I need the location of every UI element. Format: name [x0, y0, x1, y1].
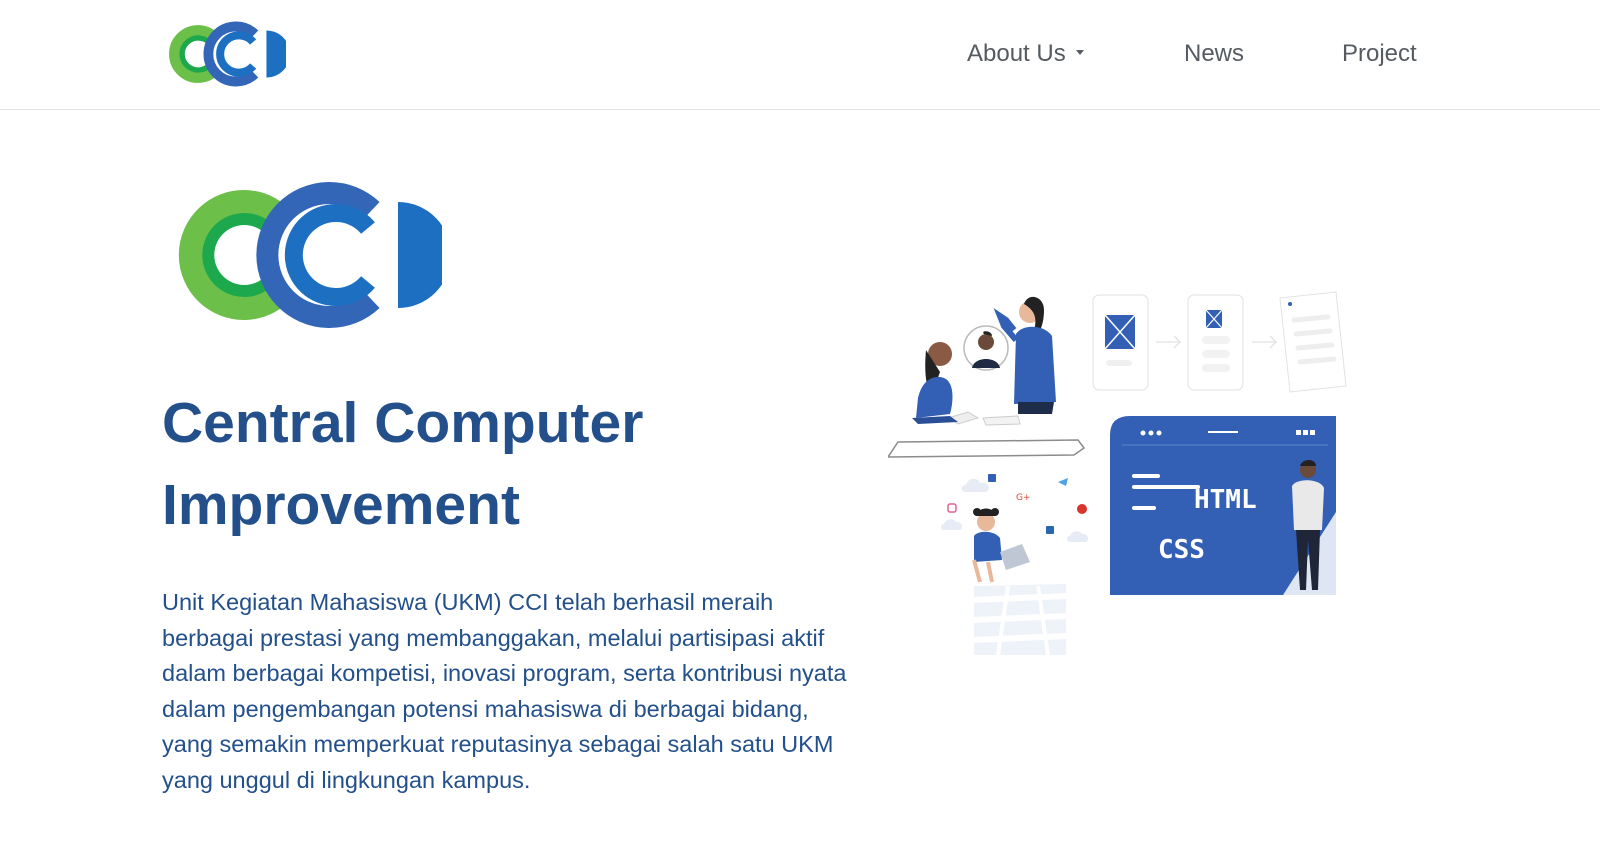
caret-down-icon	[1075, 50, 1084, 56]
google-plus-icon: G+	[1016, 493, 1031, 503]
nav-item-project[interactable]: Project	[1342, 38, 1417, 70]
wireframe-cards	[1092, 291, 1347, 393]
navbar: About Us News Project	[0, 0, 1600, 110]
facebook-icon	[988, 474, 996, 482]
hero-title: Central Computer Improvement	[162, 391, 644, 537]
meeting-scene	[888, 296, 1086, 458]
code-card-html-text: HTML	[1194, 485, 1257, 515]
nav-menu: About Us News Project	[0, 0, 1600, 110]
code-card: HTML CSS	[1110, 416, 1336, 595]
nav-item-label: Project	[1342, 40, 1417, 67]
nav-item-label: News	[1184, 40, 1245, 67]
linkedin-icon	[1046, 526, 1054, 534]
nav-item-label: About Us	[967, 40, 1066, 67]
nav-item-about-us[interactable]: About Us	[967, 38, 1084, 70]
hero-cci-logo	[178, 182, 442, 328]
pinterest-icon	[1077, 504, 1087, 514]
window-corner	[0, 852, 16, 868]
social-scene: G+	[941, 474, 1089, 656]
code-card-css-text: CSS	[1158, 535, 1205, 565]
hero-illustration: HTML CSS G+	[888, 291, 1347, 656]
instagram-icon	[947, 503, 957, 513]
hero-description: Unit Kegiatan Mahasiswa (UKM) CCI telah …	[162, 589, 847, 793]
nav-item-news[interactable]: News	[1184, 38, 1244, 70]
twitter-icon	[1058, 478, 1068, 486]
page: About Us News Project Central Computer I…	[0, 0, 1600, 868]
